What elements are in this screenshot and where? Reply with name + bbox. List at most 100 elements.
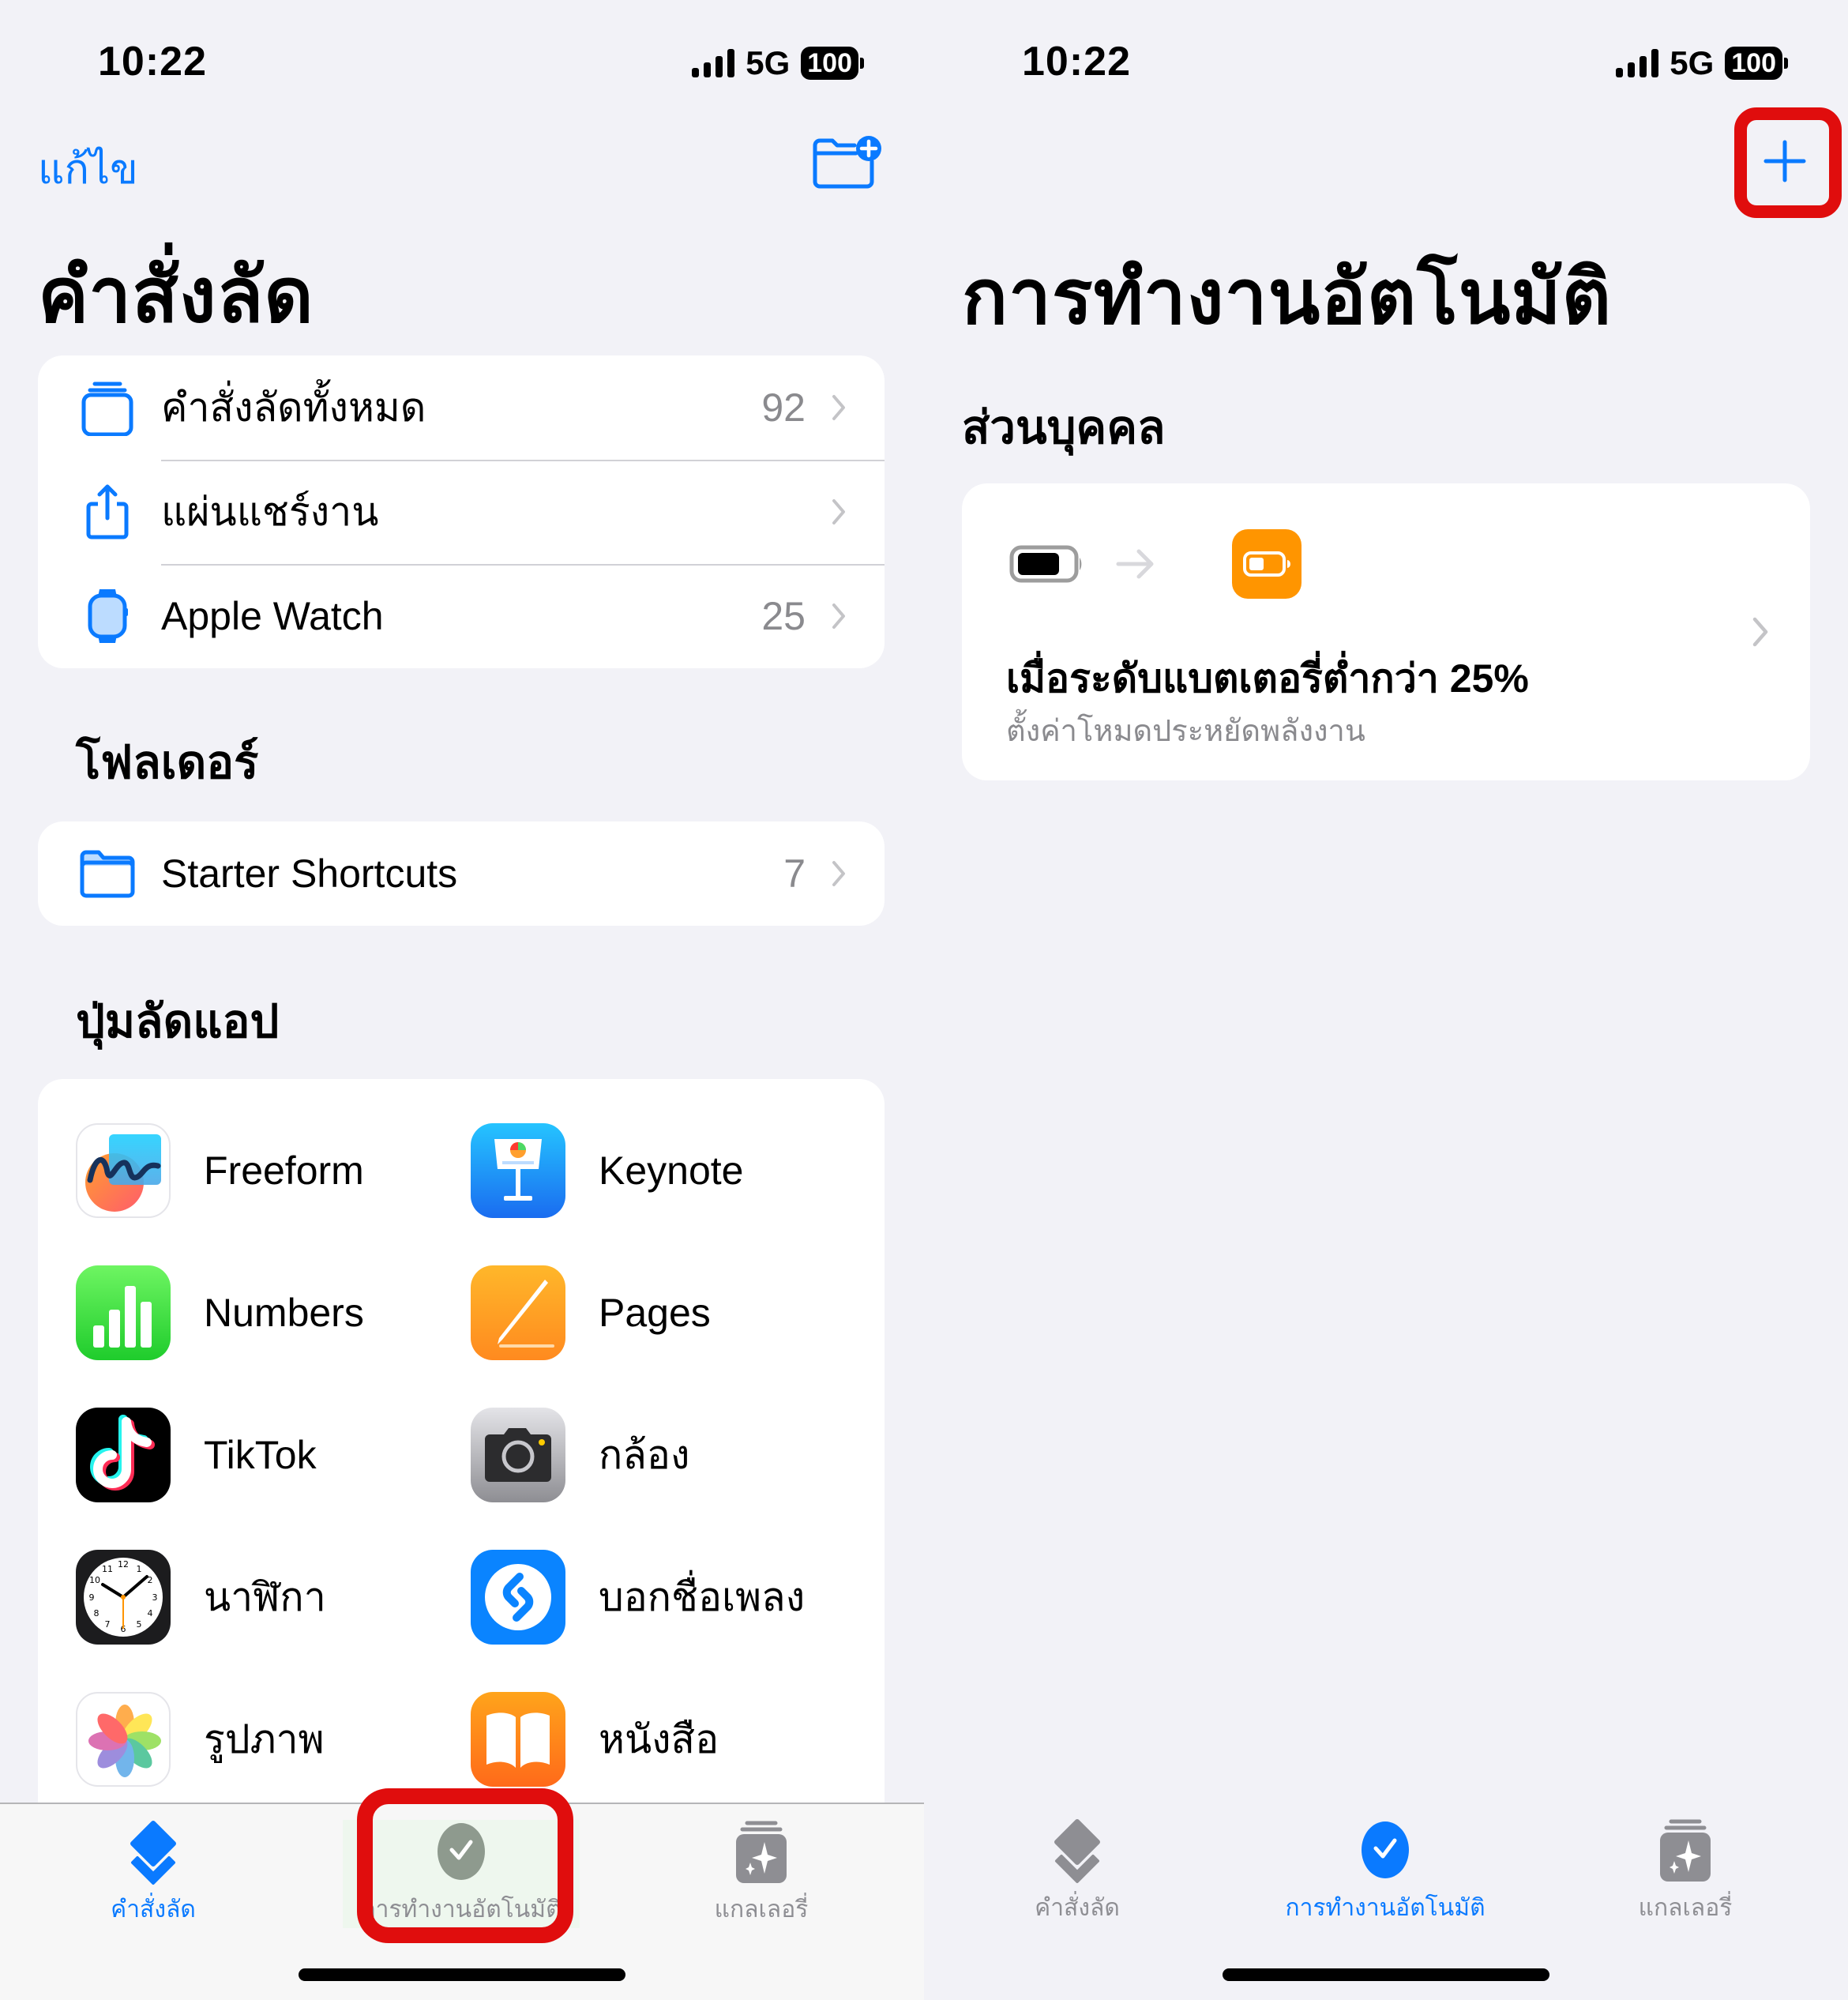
svg-text:10: 10 bbox=[89, 1575, 100, 1585]
personal-heading: ส่วนบุคคล bbox=[962, 402, 1166, 453]
tab-automation[interactable]: การทำงานอัตโนมัติ bbox=[1267, 1818, 1504, 1927]
share-icon bbox=[79, 483, 136, 540]
books-app-icon bbox=[471, 1692, 565, 1787]
list-item-label: Starter Shortcuts bbox=[161, 852, 458, 896]
keynote-app-icon bbox=[471, 1123, 565, 1218]
shortcuts-tab-icon bbox=[130, 1821, 176, 1885]
photos-app-icon bbox=[76, 1692, 171, 1787]
app-label: Pages bbox=[599, 1291, 711, 1335]
svg-text:7: 7 bbox=[105, 1619, 111, 1630]
list-item-count: 7 bbox=[783, 852, 806, 896]
edit-button[interactable]: แก้ไข bbox=[38, 136, 138, 201]
status-indicators: 5G 100 bbox=[692, 44, 864, 82]
automation-subtitle: ตั้งค่าโหมดประหยัดพลังงาน bbox=[1006, 715, 1365, 748]
battery-icon: 100 bbox=[801, 47, 864, 80]
chevron-right-icon bbox=[832, 499, 845, 524]
list-item-starter-shortcuts[interactable]: Starter Shortcuts 7 bbox=[38, 821, 885, 926]
svg-text:4: 4 bbox=[148, 1608, 153, 1618]
chevron-right-icon bbox=[1752, 617, 1768, 647]
list-item-count: 92 bbox=[761, 385, 806, 430]
app-tiktok[interactable]: TikTok bbox=[76, 1408, 317, 1502]
apple-watch-icon bbox=[79, 588, 136, 645]
app-numbers[interactable]: Numbers bbox=[76, 1265, 364, 1360]
clock-app-icon: 12 1 2 3 4 5 6 7 8 9 10 11 bbox=[76, 1550, 171, 1645]
app-label: หนังสือ bbox=[599, 1716, 719, 1761]
home-indicator bbox=[1223, 1968, 1549, 1981]
app-label: Keynote bbox=[599, 1148, 744, 1193]
app-pages[interactable]: Pages bbox=[471, 1265, 711, 1360]
chevron-right-icon bbox=[832, 395, 845, 420]
tab-label: คำสั่งลัด bbox=[1035, 1895, 1120, 1921]
list-item-all-shortcuts[interactable]: คำสั่งลัดทั้งหมด 92 bbox=[38, 355, 885, 460]
tab-label: แกลเลอรี่ bbox=[1638, 1895, 1733, 1921]
low-power-battery-icon bbox=[1232, 529, 1301, 599]
automation-screen: 10:22 5G 100 การทำงานอัตโนมัติ ส่วนบุคคล bbox=[924, 0, 1848, 2000]
app-freeform[interactable]: Freeform bbox=[76, 1123, 364, 1218]
app-label: Freeform bbox=[204, 1148, 364, 1193]
app-label: นาฬิกา bbox=[204, 1574, 326, 1619]
arrow-right-icon bbox=[1116, 549, 1154, 579]
app-keynote[interactable]: Keynote bbox=[471, 1123, 743, 1218]
gallery-tab-icon bbox=[736, 1821, 787, 1883]
list-item-share-sheet[interactable]: แผ่นแชร์งาน bbox=[38, 460, 885, 564]
network-type: 5G bbox=[1670, 44, 1715, 81]
camera-app-icon bbox=[471, 1408, 565, 1502]
tab-label: แกลเลอรี่ bbox=[714, 1897, 809, 1923]
freeform-app-icon bbox=[76, 1123, 171, 1218]
tab-gallery[interactable]: แกลเลอรี่ bbox=[643, 1820, 880, 1928]
folders-heading: โฟลเดอร์ bbox=[76, 737, 259, 788]
shortcuts-tab-icon bbox=[1054, 1819, 1100, 1883]
status-time: 10:22 bbox=[1022, 39, 1131, 85]
battery-level: 100 bbox=[801, 47, 858, 80]
list-item-label: คำสั่งลัดทั้งหมด bbox=[161, 385, 426, 430]
cellular-signal-icon bbox=[1616, 49, 1659, 77]
status-indicators: 5G 100 bbox=[1616, 44, 1788, 82]
automation-tab-highlight-box bbox=[357, 1788, 573, 1943]
app-clock[interactable]: 12 1 2 3 4 5 6 7 8 9 10 11 นาฬิกา bbox=[76, 1550, 326, 1645]
folder-icon bbox=[79, 845, 136, 902]
app-photos[interactable]: รูปภาพ bbox=[76, 1692, 325, 1787]
svg-text:12: 12 bbox=[118, 1559, 129, 1570]
plus-icon[interactable] bbox=[1763, 139, 1807, 183]
tab-label: คำสั่งลัด bbox=[111, 1897, 196, 1923]
app-shazam[interactable]: บอกชื่อเพลง bbox=[471, 1550, 805, 1645]
tiktok-app-icon bbox=[76, 1408, 171, 1502]
network-type: 5G bbox=[746, 44, 791, 81]
list-item-count: 25 bbox=[761, 594, 806, 638]
automation-tab-icon bbox=[1362, 1821, 1409, 1878]
chevron-right-icon bbox=[832, 603, 845, 629]
pages-app-icon bbox=[471, 1265, 565, 1360]
app-label: Numbers bbox=[204, 1291, 364, 1335]
app-label: TikTok bbox=[204, 1433, 317, 1477]
app-books[interactable]: หนังสือ bbox=[471, 1692, 719, 1787]
battery-icon bbox=[1009, 545, 1082, 583]
cellular-signal-icon bbox=[692, 49, 735, 77]
automation-item[interactable]: เมื่อระดับแบตเตอรี่ต่ำกว่า 25% ตั้งค่าโห… bbox=[962, 483, 1810, 780]
shazam-app-icon bbox=[471, 1550, 565, 1645]
shortcuts-screen: 10:22 5G 100 แก้ไข คำสั่งลัด คำสั่งลัดทั… bbox=[0, 0, 924, 2000]
page-title: คำสั่งลัด bbox=[38, 254, 314, 338]
battery-icon: 100 bbox=[1725, 47, 1788, 80]
svg-text:1: 1 bbox=[137, 1564, 142, 1574]
app-label: รูปภาพ bbox=[204, 1716, 325, 1761]
battery-level: 100 bbox=[1725, 47, 1782, 80]
status-time: 10:22 bbox=[98, 39, 207, 85]
chevron-right-icon bbox=[832, 861, 845, 886]
automation-title: เมื่อระดับแบตเตอรี่ต่ำกว่า 25% bbox=[1006, 656, 1529, 701]
folder-badge-plus-icon[interactable] bbox=[810, 134, 883, 191]
list-item-label: Apple Watch bbox=[161, 594, 384, 638]
app-shortcuts-heading: ปุ่มลัดแอป bbox=[76, 996, 280, 1047]
app-camera[interactable]: กล้อง bbox=[471, 1408, 689, 1502]
library-list: คำสั่งลัดทั้งหมด 92 แผ่นแชร์งาน Apple Wa… bbox=[38, 355, 885, 668]
tab-shortcuts[interactable]: คำสั่งลัด bbox=[35, 1820, 272, 1928]
tab-label: การทำงานอัตโนมัติ bbox=[1285, 1895, 1486, 1921]
list-item-label: แผ่นแชร์งาน bbox=[161, 489, 379, 534]
page-title: การทำงานอัตโนมัติ bbox=[962, 255, 1612, 340]
numbers-app-icon bbox=[76, 1265, 171, 1360]
list-item-apple-watch[interactable]: Apple Watch 25 bbox=[38, 564, 885, 668]
tab-gallery[interactable]: แกลเลอรี่ bbox=[1567, 1818, 1804, 1927]
svg-text:5: 5 bbox=[137, 1619, 142, 1630]
stack-icon bbox=[79, 379, 136, 436]
tab-shortcuts[interactable]: คำสั่งลัด bbox=[959, 1818, 1196, 1927]
folders-list: Starter Shortcuts 7 bbox=[38, 821, 885, 926]
